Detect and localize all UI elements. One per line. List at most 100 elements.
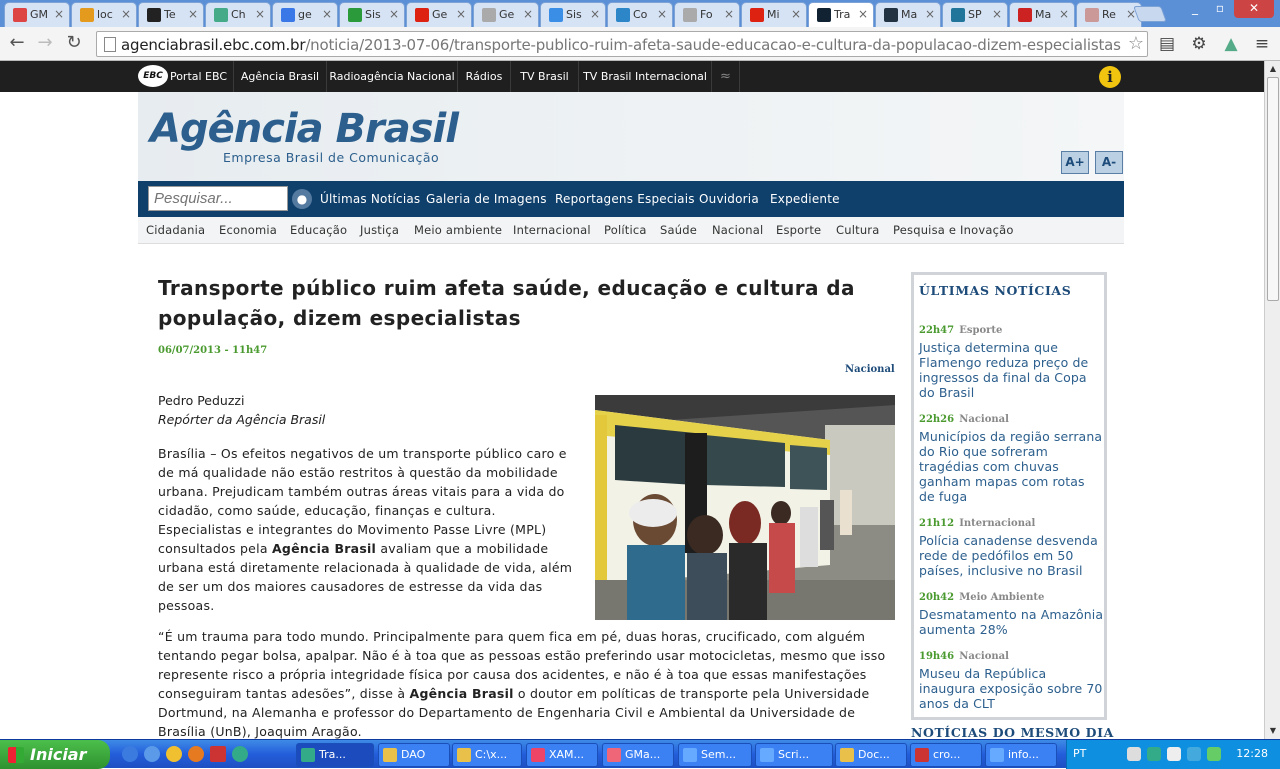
taskbar-item[interactable]: GMa...: [602, 743, 674, 767]
article-photo[interactable]: [595, 395, 895, 620]
main-nav-link[interactable]: Reportagens Especiais: [555, 181, 695, 217]
tray-icon[interactable]: [1167, 747, 1181, 761]
close-icon[interactable]: ×: [255, 7, 265, 21]
category-link[interactable]: Educação: [290, 217, 347, 244]
news-headline[interactable]: Desmatamento na Amazônia aumenta 28%: [919, 607, 1104, 637]
new-tab-button[interactable]: [1133, 6, 1167, 22]
address-bar[interactable]: agenciabrasil.ebc.com.br/noticia/2013-07…: [96, 31, 1148, 57]
forward-icon[interactable]: →: [34, 33, 56, 55]
news-item[interactable]: 22h26 Nacional Municípios da região serra…: [919, 407, 1104, 504]
category-link[interactable]: Cultura: [836, 217, 880, 244]
close-icon[interactable]: ×: [791, 7, 801, 21]
ebc-link[interactable]: Rádios: [458, 61, 511, 92]
browser-tab[interactable]: ge ×: [272, 2, 338, 27]
browser-tab[interactable]: Ma ×: [875, 2, 941, 27]
category-link[interactable]: Nacional: [712, 217, 763, 244]
browser-tab[interactable]: Mi ×: [741, 2, 807, 27]
tray-icon[interactable]: [1127, 747, 1141, 761]
ebc-link[interactable]: TV Brasil Internacional: [579, 61, 712, 92]
browser-tab[interactable]: Ch ×: [205, 2, 271, 27]
main-nav-link[interactable]: Ouvidoria: [699, 181, 759, 217]
taskbar-item[interactable]: Sem...: [678, 743, 752, 767]
language-indicator[interactable]: PT: [1073, 747, 1086, 760]
menu-icon[interactable]: ≡: [1252, 34, 1272, 54]
browser-tab[interactable]: SP ×: [942, 2, 1008, 27]
vs-icon[interactable]: [210, 746, 226, 762]
browser-tab[interactable]: Ge ×: [406, 2, 472, 27]
start-button[interactable]: Iniciar: [0, 740, 110, 769]
reload-icon[interactable]: ↻: [63, 33, 85, 55]
info-icon[interactable]: i: [1099, 66, 1121, 88]
media-player-icon[interactable]: [166, 746, 182, 762]
extension-chart-icon[interactable]: ▤: [1157, 34, 1177, 54]
taskbar-item[interactable]: DAO: [378, 743, 450, 767]
back-icon[interactable]: ←: [6, 33, 28, 55]
close-window-icon[interactable]: ✕: [1234, 0, 1274, 18]
desktop-icon[interactable]: [144, 746, 160, 762]
minimize-icon[interactable]: _: [1183, 0, 1207, 18]
category-link[interactable]: Economia: [219, 217, 277, 244]
scroll-down-icon[interactable]: ▼: [1267, 724, 1279, 738]
gear-icon[interactable]: ⚙: [1189, 34, 1209, 54]
scroll-up-icon[interactable]: ▲: [1267, 62, 1279, 76]
rss-icon[interactable]: ≈: [712, 61, 740, 92]
ie-icon[interactable]: [122, 746, 138, 762]
browser-tab[interactable]: Sis ×: [540, 2, 606, 27]
scrollbar-thumb[interactable]: [1267, 77, 1279, 301]
maximize-icon[interactable]: ▫: [1208, 0, 1232, 18]
news-item[interactable]: 19h46 Nacional Museu da República inaugur…: [919, 644, 1104, 711]
close-icon[interactable]: ×: [1059, 7, 1069, 21]
ebc-link[interactable]: Radioagência Nacional: [327, 61, 458, 92]
news-headline[interactable]: Polícia canadense desvenda rede de pedóf…: [919, 533, 1104, 578]
news-headline[interactable]: Justiça determina que Flamengo reduza pr…: [919, 340, 1104, 400]
taskbar-item[interactable]: Doc...: [835, 743, 907, 767]
extension-icon[interactable]: ▲: [1221, 34, 1241, 54]
close-icon[interactable]: ×: [54, 7, 64, 21]
close-icon[interactable]: ×: [188, 7, 198, 21]
taskbar-item[interactable]: Scri...: [755, 743, 833, 767]
browser-tab[interactable]: Tra ×: [808, 2, 874, 27]
news-item[interactable]: 21h12 Internacional Polícia canadense des…: [919, 511, 1104, 578]
category-link[interactable]: Meio ambiente: [414, 217, 502, 244]
browser-tab[interactable]: Ma ×: [1009, 2, 1075, 27]
browser-tab[interactable]: Ge ×: [473, 2, 539, 27]
browser-tab[interactable]: Re ×: [1076, 2, 1142, 27]
site-logo[interactable]: Agência Brasil: [150, 106, 459, 152]
main-nav-link[interactable]: Expediente: [770, 181, 840, 217]
close-icon[interactable]: ×: [992, 7, 1002, 21]
close-icon[interactable]: ×: [858, 7, 868, 21]
main-nav-link[interactable]: Últimas Notícias: [320, 181, 420, 217]
ebc-link[interactable]: Agência Brasil: [234, 61, 327, 92]
close-icon[interactable]: ×: [389, 7, 399, 21]
close-icon[interactable]: ×: [925, 7, 935, 21]
browser-tab[interactable]: GM ×: [4, 2, 70, 27]
tray-icon[interactable]: [1187, 747, 1201, 761]
clock[interactable]: 12:28: [1236, 747, 1268, 760]
category-link[interactable]: Política: [604, 217, 647, 244]
browser-tab[interactable]: Te ×: [138, 2, 204, 27]
firefox-icon[interactable]: [188, 746, 204, 762]
news-headline[interactable]: Municípios da região serrana do Rio que …: [919, 429, 1104, 504]
taskbar-item[interactable]: XAM...: [526, 743, 598, 767]
close-icon[interactable]: ×: [724, 7, 734, 21]
taskbar-item[interactable]: C:\x...: [452, 743, 522, 767]
taskbar-item[interactable]: Tra...: [296, 743, 374, 767]
close-icon[interactable]: ×: [121, 7, 131, 21]
taskbar-item[interactable]: info...: [985, 743, 1057, 767]
close-icon[interactable]: ×: [456, 7, 466, 21]
vertical-scrollbar[interactable]: ▲ ▼: [1264, 61, 1280, 739]
font-decrease-button[interactable]: A-: [1095, 151, 1123, 174]
browser-tab[interactable]: Fo ×: [674, 2, 740, 27]
close-icon[interactable]: ×: [657, 7, 667, 21]
category-link[interactable]: Esporte: [776, 217, 821, 244]
tray-icon[interactable]: [1207, 747, 1221, 761]
category-link[interactable]: Pesquisa e Inovação: [893, 217, 1014, 244]
browser-tab[interactable]: loc ×: [71, 2, 137, 27]
category-link[interactable]: Internacional: [513, 217, 591, 244]
news-headline[interactable]: Museu da República inaugura exposição so…: [919, 666, 1104, 711]
url-text[interactable]: agenciabrasil.ebc.com.br/noticia/2013-07…: [121, 36, 1121, 54]
ebc-link[interactable]: TV Brasil: [511, 61, 579, 92]
close-icon[interactable]: ×: [322, 7, 332, 21]
close-icon[interactable]: ×: [590, 7, 600, 21]
category-link[interactable]: Justiça: [360, 217, 399, 244]
